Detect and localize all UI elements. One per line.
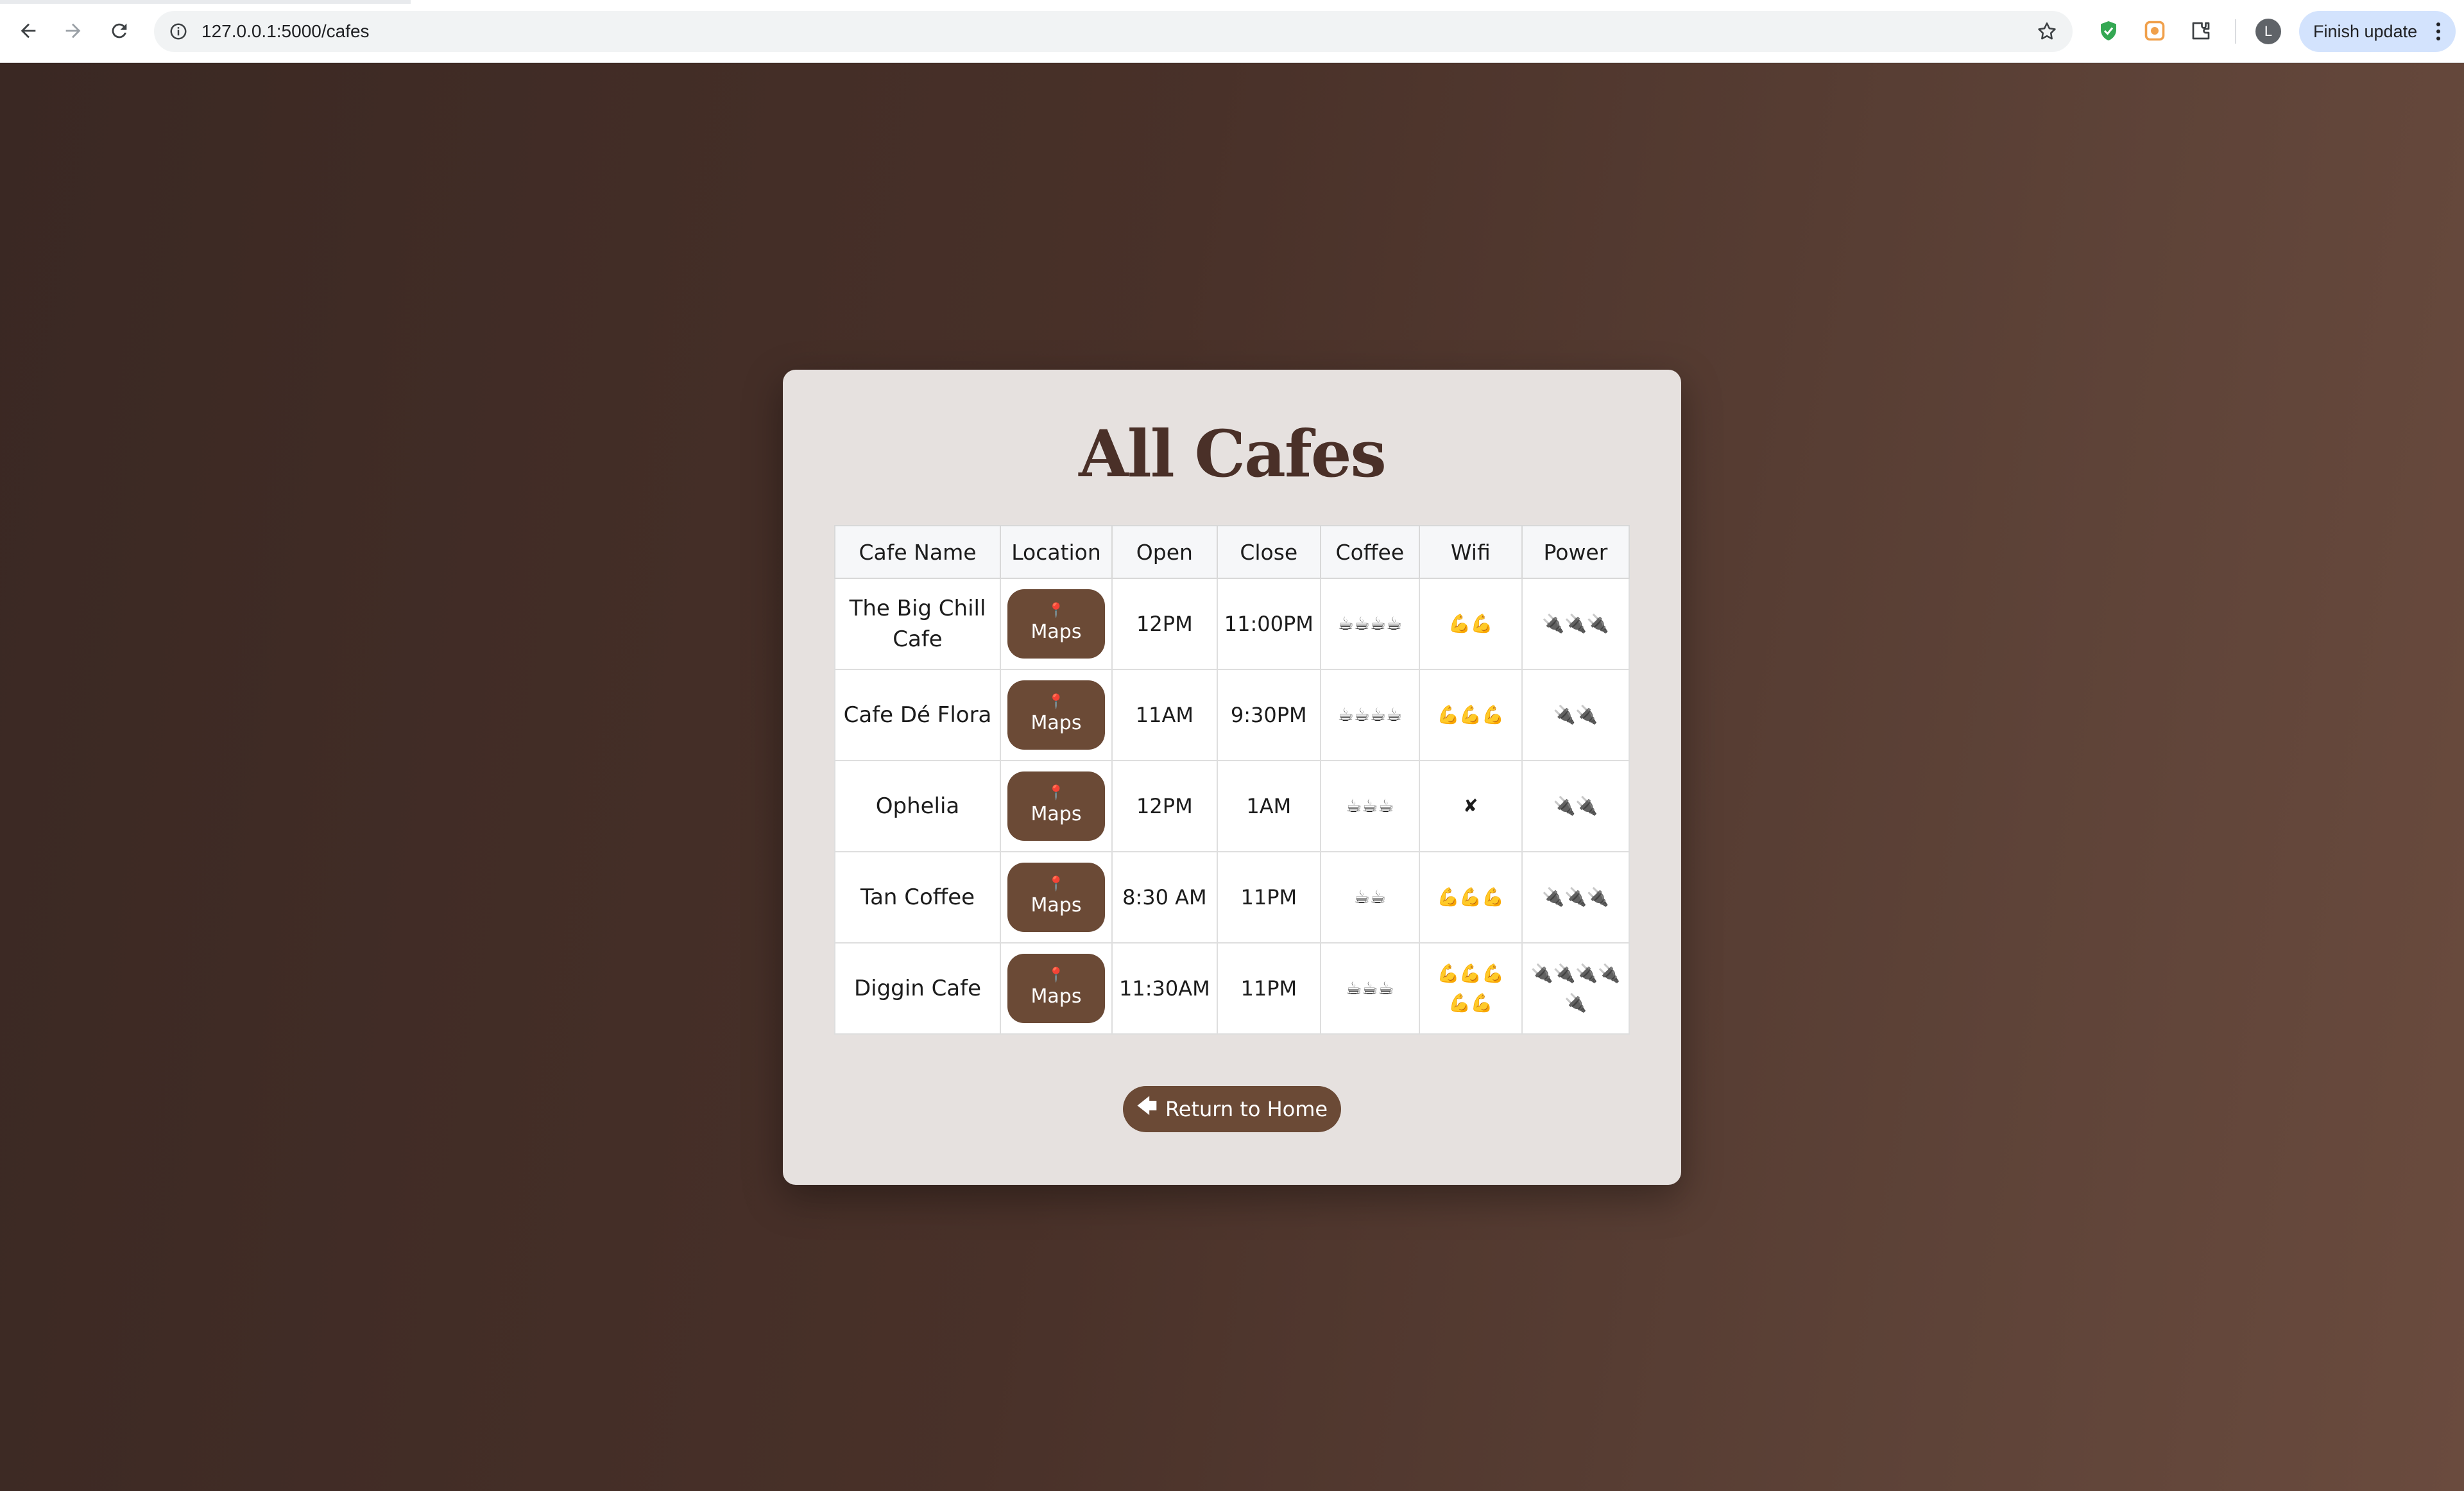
column-header-wifi: Wifi [1418,525,1523,579]
cafes-card: All Cafes Cafe Name Location Open Close … [783,370,1681,1185]
reload-button[interactable] [103,14,136,47]
power-rating-cell: 🔌🔌🔌🔌🔌 [1521,942,1630,1035]
return-home-button[interactable]: 🡄 Return to Home [1123,1086,1341,1132]
open-time-cell: 8:30 AM [1111,851,1218,944]
arrow-left-icon: 🡄 [1136,1094,1158,1118]
power-rating-cell: 🔌🔌 [1521,760,1630,852]
address-bar[interactable]: 127.0.0.1:5000/cafes [154,11,2073,52]
maps-link-button[interactable]: 📍 Maps [1007,680,1105,750]
finish-update-label: Finish update [2313,21,2418,41]
wifi-rating-cell: 💪💪💪 [1418,669,1523,761]
coffee-rating-cell: ☕☕☕ [1319,942,1420,1035]
column-header-location: Location [1000,525,1113,579]
maps-label: Maps [1031,985,1082,1008]
location-cell: 📍 Maps [1000,851,1113,944]
maps-link-button[interactable]: 📍 Maps [1007,863,1105,932]
site-info-icon[interactable] [167,20,190,43]
url-text[interactable]: 127.0.0.1:5000/cafes [201,11,370,52]
pin-icon: 📍 [1047,876,1065,892]
back-button[interactable] [12,14,45,47]
location-cell: 📍 Maps [1000,760,1113,852]
browser-toolbar: 127.0.0.1:5000/cafes L Finish update [0,0,2464,63]
power-rating-cell: 🔌🔌🔌 [1521,851,1630,944]
open-time-cell: 12PM [1111,760,1218,852]
power-rating-cell: 🔌🔌 [1521,669,1630,761]
table-row: Ophelia 📍 Maps 12PM 1AM ☕☕☕ ✘ 🔌🔌 [834,760,1630,852]
bookmark-star-icon[interactable] [2034,19,2060,44]
open-time-cell: 12PM [1111,578,1218,670]
maps-label: Maps [1031,621,1082,643]
shield-extension-icon[interactable] [2093,15,2124,46]
close-time-cell: 11PM [1216,942,1321,1035]
power-rating-cell: 🔌🔌🔌 [1521,578,1630,670]
wifi-rating-cell: 💪💪💪 [1418,851,1523,944]
column-header-open: Open [1111,525,1218,579]
cafe-name-cell: Diggin Cafe [834,942,1001,1035]
arrow-right-icon [65,23,81,39]
column-header-power: Power [1521,525,1630,579]
orange-extension-icon[interactable] [2139,15,2170,46]
more-menu-icon[interactable] [2436,22,2442,44]
reload-icon [112,23,127,39]
location-cell: 📍 Maps [1000,578,1113,670]
table-row: The Big Chill Cafe 📍 Maps 12PM 11:00PM ☕… [834,578,1630,670]
coffee-rating-cell: ☕☕ [1319,851,1420,944]
maps-link-button[interactable]: 📍 Maps [1007,954,1105,1023]
pin-icon: 📍 [1047,785,1065,801]
column-header-coffee: Coffee [1319,525,1420,579]
wifi-rating-cell: ✘ [1418,760,1523,852]
finish-update-button[interactable]: Finish update [2299,11,2456,52]
profile-avatar[interactable]: L [2255,19,2281,44]
arrow-left-icon [21,23,36,39]
cafe-name-cell: Ophelia [834,760,1001,852]
open-time-cell: 11:30AM [1111,942,1218,1035]
maps-link-button[interactable]: 📍 Maps [1007,771,1105,841]
coffee-rating-cell: ☕☕☕☕ [1319,578,1420,670]
location-cell: 📍 Maps [1000,942,1113,1035]
maps-label: Maps [1031,712,1082,734]
close-time-cell: 1AM [1216,760,1321,852]
page-background: All Cafes Cafe Name Location Open Close … [0,63,2464,1491]
tab-loading-bar [0,0,411,4]
column-header-cafe-name: Cafe Name [834,525,1001,579]
cafe-name-cell: The Big Chill Cafe [834,578,1001,670]
pin-icon: 📍 [1047,603,1065,619]
open-time-cell: 11AM [1111,669,1218,761]
location-cell: 📍 Maps [1000,669,1113,761]
maps-label: Maps [1031,803,1082,825]
wifi-rating-cell: 💪💪 [1418,578,1523,670]
table-row: Diggin Cafe 📍 Maps 11:30AM 11PM ☕☕☕ 💪💪💪💪… [834,942,1630,1035]
pin-icon: 📍 [1047,694,1065,710]
table-row: Tan Coffee 📍 Maps 8:30 AM 11PM ☕☕ 💪💪💪 🔌🔌… [834,851,1630,944]
cafes-table: Cafe Name Location Open Close Coffee Wif… [834,525,1630,1035]
close-time-cell: 11PM [1216,851,1321,944]
pin-icon: 📍 [1047,967,1065,983]
coffee-rating-cell: ☕☕☕☕ [1319,669,1420,761]
return-home-label: Return to Home [1165,1097,1328,1121]
page-title: All Cafes [1079,416,1387,492]
close-time-cell: 9:30PM [1216,669,1321,761]
cafe-name-cell: Cafe Dé Flora [834,669,1001,761]
extensions-puzzle-icon[interactable] [2186,15,2216,46]
close-time-cell: 11:00PM [1216,578,1321,670]
cafe-name-cell: Tan Coffee [834,851,1001,944]
maps-link-button[interactable]: 📍 Maps [1007,589,1105,659]
toolbar-divider [2235,19,2236,44]
table-header-row: Cafe Name Location Open Close Coffee Wif… [834,525,1630,579]
forward-button[interactable] [56,14,90,47]
coffee-rating-cell: ☕☕☕ [1319,760,1420,852]
wifi-rating-cell: 💪💪💪💪💪 [1418,942,1523,1035]
table-row: Cafe Dé Flora 📍 Maps 11AM 9:30PM ☕☕☕☕ 💪💪… [834,669,1630,761]
column-header-close: Close [1216,525,1321,579]
maps-label: Maps [1031,894,1082,917]
